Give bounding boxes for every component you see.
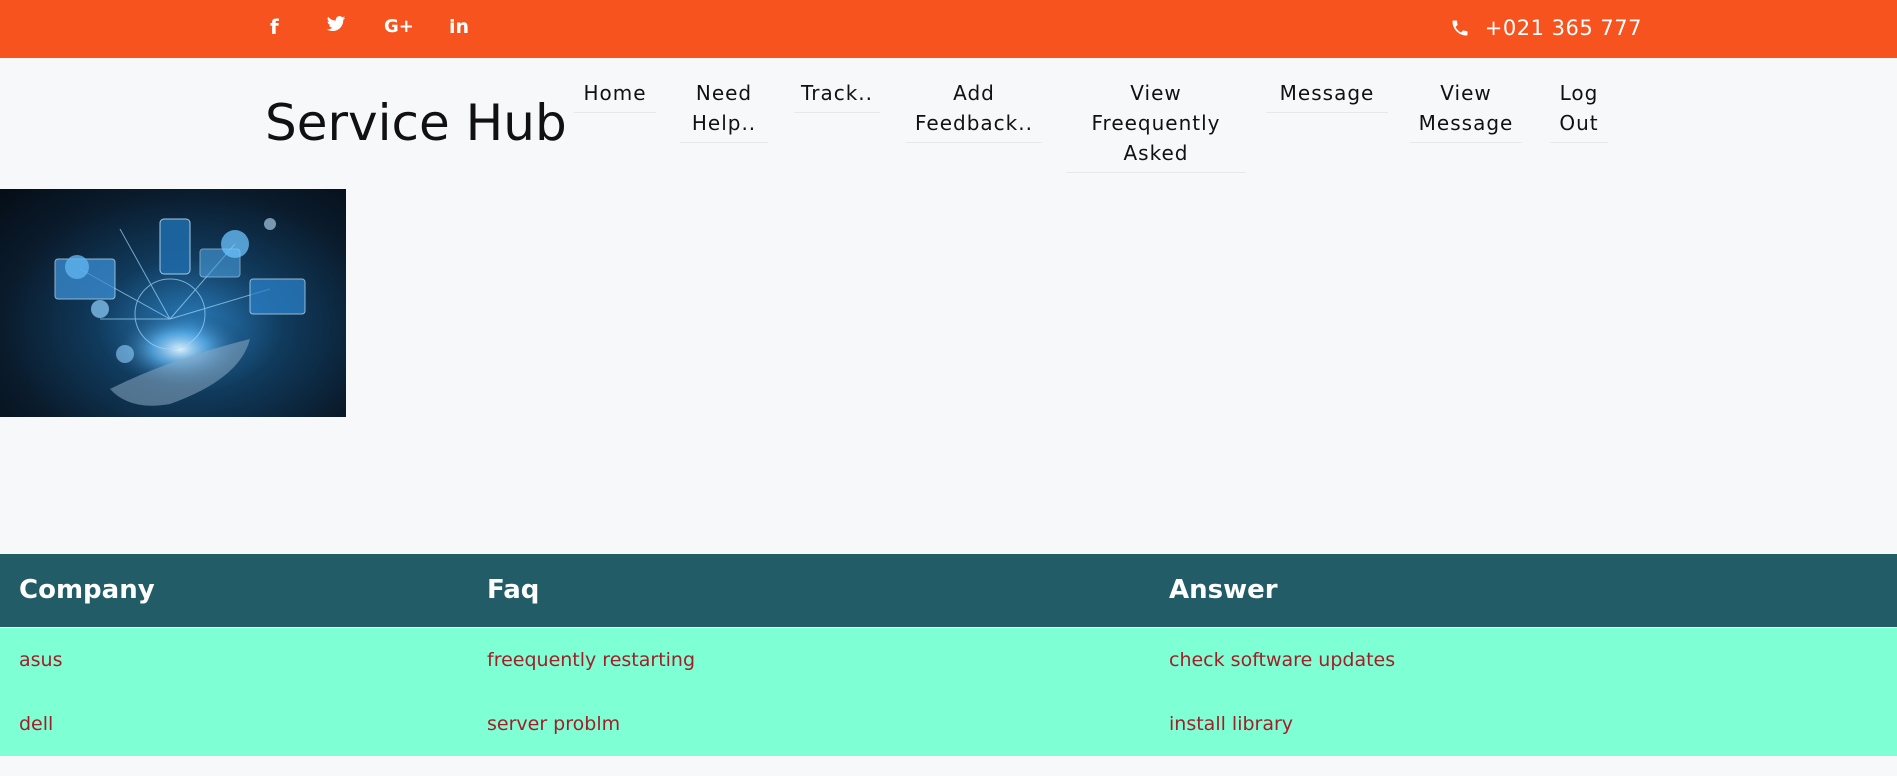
brand-logo[interactable]: Service Hub <box>265 88 567 158</box>
table-row: asus freequently restarting check softwa… <box>0 628 1897 692</box>
top-bar: f G+ in +021 365 777 <box>0 0 1897 58</box>
table-row: dell server problm install library <box>0 692 1897 756</box>
cell-answer: install library <box>1169 713 1294 735</box>
column-header-faq: Faq <box>487 575 540 605</box>
cell-company: asus <box>19 649 63 671</box>
nav-home[interactable]: Home <box>574 78 656 113</box>
nav-log-out[interactable]: Log Out <box>1550 78 1608 143</box>
cell-faq: server problm <box>487 713 621 735</box>
nav-add-feedback-label: Add Feedback.. <box>915 81 1033 135</box>
nav-need-help[interactable]: Need Help.. <box>680 78 768 143</box>
nav-view-message[interactable]: View Message <box>1410 78 1522 143</box>
phone-contact: +021 365 777 <box>1450 12 1642 44</box>
nav-log-out-label: Log Out <box>1559 81 1599 135</box>
phone-number[interactable]: +021 365 777 <box>1485 16 1642 40</box>
nav-track-label: Track.. <box>800 81 874 105</box>
nav-track[interactable]: Track.. <box>794 78 880 113</box>
cell-company: dell <box>19 713 54 735</box>
nav-view-faq-label: View Freequently Asked <box>1091 81 1221 165</box>
column-header-answer: Answer <box>1169 575 1278 605</box>
table-body: asus freequently restarting check softwa… <box>0 628 1897 756</box>
nav-view-message-label: View Message <box>1418 81 1514 135</box>
hero-image <box>0 189 346 417</box>
nav-view-faq[interactable]: View Freequently Asked <box>1066 78 1246 173</box>
facebook-icon[interactable]: f <box>270 13 279 41</box>
nav-need-help-label: Need Help.. <box>691 81 757 135</box>
column-header-company: Company <box>19 575 155 605</box>
nav-home-label: Home <box>583 81 647 105</box>
cell-faq: freequently restarting <box>487 649 696 671</box>
nav-add-feedback[interactable]: Add Feedback.. <box>906 78 1042 143</box>
cell-answer: check software updates <box>1169 649 1396 671</box>
google-plus-icon[interactable]: G+ <box>384 13 414 41</box>
phone-icon <box>1450 16 1477 40</box>
linkedin-icon[interactable]: in <box>449 13 469 41</box>
nav-message[interactable]: Message <box>1266 78 1388 113</box>
table-header: Company Faq Answer <box>0 554 1897 627</box>
twitter-icon[interactable] <box>325 13 347 41</box>
nav-message-label: Message <box>1279 81 1375 105</box>
